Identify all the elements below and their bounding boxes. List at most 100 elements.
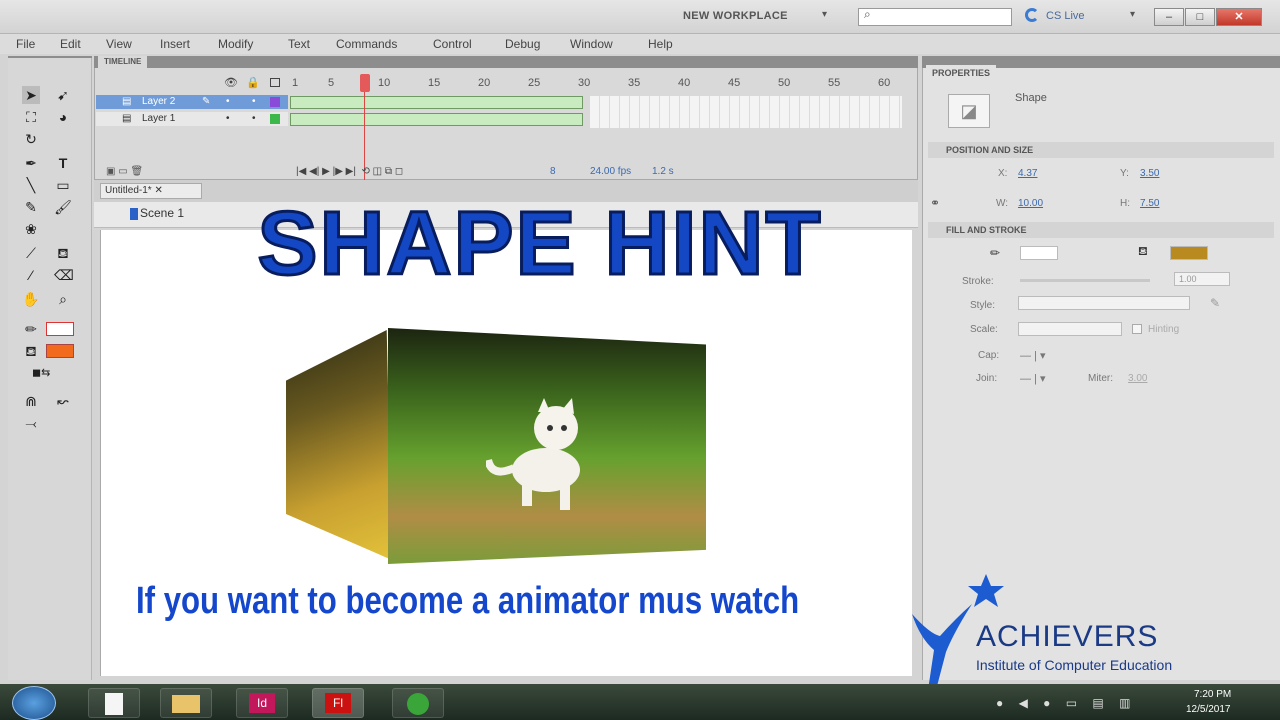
menu-help[interactable]: Help bbox=[648, 37, 673, 51]
search-input[interactable] bbox=[858, 8, 1012, 26]
paint-bucket-tool-icon[interactable]: ⛾ bbox=[54, 244, 72, 262]
layer-color-swatch[interactable] bbox=[270, 97, 280, 107]
style-dropdown[interactable] bbox=[1018, 296, 1190, 310]
fill-color-swatch[interactable] bbox=[46, 344, 74, 358]
swap-colors-icon[interactable]: ◼⇆ bbox=[32, 364, 50, 382]
scene-label[interactable]: Scene 1 bbox=[140, 206, 184, 220]
section-position-and-size[interactable]: POSITION AND SIZE bbox=[928, 142, 1274, 158]
subselection-tool-icon[interactable]: ➹ bbox=[54, 86, 72, 104]
cs-live-icon[interactable] bbox=[1025, 8, 1039, 22]
fill-color-button[interactable] bbox=[1170, 246, 1208, 260]
scale-dropdown[interactable] bbox=[1018, 322, 1122, 336]
taskbar-flash-icon[interactable]: Fl bbox=[312, 688, 364, 718]
lock-icon[interactable]: 🔒 bbox=[246, 76, 260, 89]
bone-tool-icon[interactable]: ⟋ bbox=[22, 244, 40, 262]
clock-date[interactable]: 12/5/2017 bbox=[1186, 704, 1231, 715]
start-button[interactable] bbox=[12, 686, 56, 720]
pen-tool-icon[interactable]: ✒ bbox=[22, 154, 40, 172]
edit-stroke-style-icon[interactable]: ✎ bbox=[1210, 296, 1220, 310]
clock-time[interactable]: 7:20 PM bbox=[1194, 689, 1231, 700]
stroke-value[interactable]: 1.00 bbox=[1174, 272, 1230, 286]
deco-tool-icon[interactable]: ❀ bbox=[22, 220, 40, 238]
new-layer-icon[interactable]: ▣ ▭ 🗑 bbox=[106, 166, 143, 177]
section-fill-and-stroke[interactable]: FILL AND STROKE bbox=[928, 222, 1274, 238]
cs-live-label[interactable]: CS Live bbox=[1046, 10, 1085, 22]
eyedropper-tool-icon[interactable]: ⁄ bbox=[22, 266, 40, 284]
cap-dropdown[interactable]: — | ▾ bbox=[1020, 349, 1046, 362]
lock-dot[interactable]: • bbox=[252, 113, 256, 124]
hand-tool-icon[interactable]: ✋ bbox=[22, 290, 40, 308]
zoom-tool-icon[interactable]: ⌕ bbox=[54, 290, 72, 308]
maximize-button[interactable]: □ bbox=[1185, 8, 1215, 26]
selection-tool-icon[interactable]: ➤ bbox=[22, 86, 40, 104]
free-transform-tool-icon[interactable]: ⛶ bbox=[22, 108, 40, 126]
link-icon[interactable]: ⚭ bbox=[930, 196, 940, 210]
rectangle-tool-icon[interactable]: ▭ bbox=[54, 176, 72, 194]
menu-control[interactable]: Control bbox=[433, 37, 472, 51]
taskbar-media-icon[interactable] bbox=[392, 688, 444, 718]
menu-modify[interactable]: Modify bbox=[218, 37, 253, 51]
stroke-color-swatch[interactable] bbox=[46, 322, 74, 336]
minimize-button[interactable]: – bbox=[1154, 8, 1184, 26]
empty-frames-grid[interactable] bbox=[590, 96, 902, 128]
chevron-down-icon[interactable]: ▾ bbox=[1130, 9, 1135, 20]
taskbar-indesign-icon[interactable]: Id bbox=[236, 688, 288, 718]
eraser-tool-icon[interactable]: ⌫ bbox=[54, 266, 74, 284]
brush-tool-icon[interactable]: 🖌 bbox=[54, 198, 72, 216]
fill-color-icon[interactable]: ⛾ bbox=[22, 342, 40, 360]
taskbar-files-icon[interactable] bbox=[88, 688, 140, 718]
y-value[interactable]: 3.50 bbox=[1140, 168, 1159, 179]
w-value[interactable]: 10.00 bbox=[1018, 198, 1043, 209]
stroke-slider[interactable] bbox=[1020, 279, 1150, 282]
snap-to-objects-icon[interactable]: ⋒ bbox=[22, 392, 40, 410]
eye-icon[interactable]: 👁 bbox=[224, 76, 238, 89]
close-icon[interactable]: ✕ bbox=[154, 185, 162, 196]
menu-insert[interactable]: Insert bbox=[160, 37, 190, 51]
layer-color-swatch[interactable] bbox=[270, 114, 280, 124]
playback-controls[interactable]: |◀ ◀| ▶ |▶ ▶| ⟲ ◫ ⧉ ◻ bbox=[296, 166, 403, 177]
x-value[interactable]: 4.37 bbox=[1018, 168, 1037, 179]
menu-window[interactable]: Window bbox=[570, 37, 613, 51]
lock-dot[interactable]: • bbox=[252, 96, 256, 107]
close-button[interactable]: ✕ bbox=[1216, 8, 1262, 26]
line-tool-icon[interactable]: ╲ bbox=[22, 176, 40, 194]
y-label: Y: bbox=[1120, 168, 1129, 179]
shape-tween-span[interactable] bbox=[290, 96, 583, 109]
document-tab[interactable]: Untitled-1* ✕ bbox=[100, 183, 202, 199]
3d-rotation-tool-icon[interactable]: ◕ bbox=[54, 108, 72, 126]
outline-icon[interactable] bbox=[270, 78, 280, 87]
hinting-checkbox[interactable] bbox=[1132, 324, 1142, 334]
flash-label: Fl bbox=[325, 693, 351, 713]
menu-debug[interactable]: Debug bbox=[505, 37, 540, 51]
shape-tween-span[interactable] bbox=[290, 113, 583, 126]
stroke-color-button[interactable] bbox=[1020, 246, 1058, 260]
chevron-down-icon[interactable]: ▾ bbox=[822, 9, 827, 20]
playhead[interactable] bbox=[360, 74, 370, 92]
workspace-switcher[interactable]: NEW WORKPLACE bbox=[683, 10, 788, 22]
tab-timeline[interactable]: TIMELINE bbox=[98, 56, 148, 68]
menu-text[interactable]: Text bbox=[288, 37, 310, 51]
menu-edit[interactable]: Edit bbox=[60, 37, 81, 51]
visibility-dot[interactable]: • bbox=[226, 113, 230, 124]
miter-value[interactable]: 3.00 bbox=[1128, 373, 1147, 384]
stroke-color-icon[interactable]: ✏ bbox=[22, 320, 40, 338]
system-tray-icons[interactable]: ● ◀ ● ▭ ▤ ▥ bbox=[996, 696, 1136, 710]
lasso-tool-icon[interactable]: ↻ bbox=[22, 130, 40, 148]
menu-view[interactable]: View bbox=[106, 37, 132, 51]
layer-name: Layer 1 bbox=[142, 113, 176, 124]
straighten-icon[interactable]: ⤙ bbox=[22, 414, 40, 432]
text-tool-icon[interactable]: T bbox=[54, 154, 72, 172]
join-dropdown[interactable]: — | ▾ bbox=[1020, 372, 1046, 385]
pencil-tool-icon[interactable]: ✎ bbox=[22, 198, 40, 216]
menu-file[interactable]: File bbox=[16, 37, 35, 51]
visibility-dot[interactable]: • bbox=[226, 96, 230, 107]
tab-properties[interactable]: PROPERTIES bbox=[926, 65, 997, 81]
taskbar-explorer-icon[interactable] bbox=[160, 688, 212, 718]
layer-row-selected[interactable]: ▤ Layer 2 ✎ • • bbox=[96, 95, 288, 109]
layer-row[interactable]: ▤ Layer 1 • • bbox=[96, 112, 288, 126]
h-value[interactable]: 7.50 bbox=[1140, 198, 1159, 209]
smooth-icon[interactable]: ↜ bbox=[54, 392, 72, 410]
kitten-image bbox=[486, 398, 580, 510]
frame-rate[interactable]: 24.00 fps bbox=[590, 166, 631, 177]
menu-commands[interactable]: Commands bbox=[336, 37, 397, 51]
